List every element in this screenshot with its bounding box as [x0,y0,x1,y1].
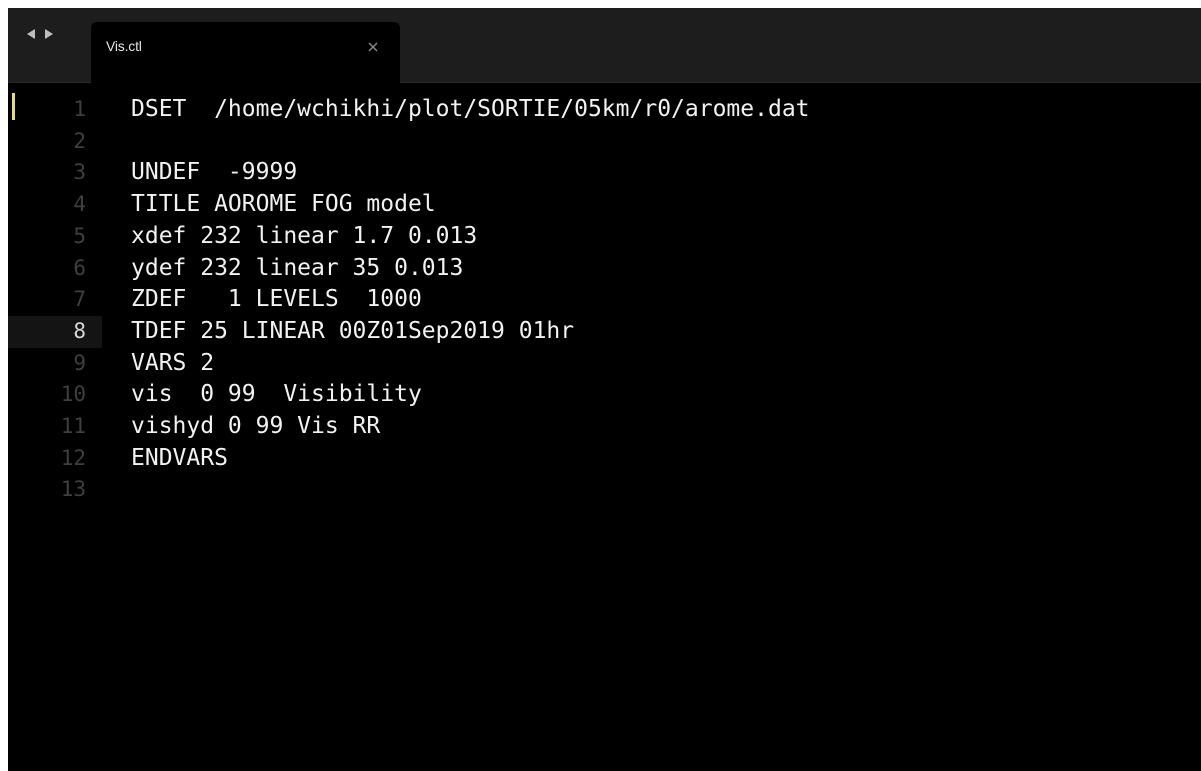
tab-bar: Vis.ctl [8,8,1201,83]
line-number: 10 [60,382,86,407]
line-number: 7 [73,287,86,312]
editor-line[interactable]: 4 [8,189,1201,221]
editor-line[interactable]: 10 [8,379,1201,411]
code-line: TDEF 25 LINEAR 00Z01Sep2019 01hr [8,316,1201,348]
editor-line[interactable]: 8 [8,315,102,348]
line-number: 9 [73,350,86,375]
editor-line[interactable]: 13 [8,474,1201,506]
tab-label: Vis.ctl [106,38,142,54]
editor-window: Vis.ctl 1 DSET /home/wchikhi/plot/SORTIE/… [8,8,1201,771]
line-number: 2 [73,128,86,153]
triangle-left-icon[interactable] [24,26,38,42]
editor-line[interactable]: 6 [8,253,1201,285]
code-line-text: TDEF 25 LINEAR 00Z01Sep2019 01hr [131,317,575,344]
editor-line[interactable]: 11 [8,411,1201,443]
editor-line[interactable]: 7 [8,284,1201,316]
editor-line[interactable]: 9 [8,348,1201,380]
line-number: 1 [73,97,86,121]
editor-line[interactable]: 5 [8,221,1201,253]
line-number: 4 [73,192,86,217]
triangle-right-icon[interactable] [42,26,56,42]
line-number: 12 [60,445,86,470]
close-icon[interactable] [366,40,380,54]
editor-line[interactable]: 12 [8,443,1201,475]
editor-line[interactable]: 1 [8,94,1201,126]
tab-vis-ctl[interactable]: Vis.ctl [91,22,400,83]
line-number: 13 [60,477,86,502]
code-editor[interactable]: 1 DSET /home/wchikhi/plot/SORTIE/05km/r0/… [8,83,1201,771]
line-number: 3 [73,160,86,185]
line-number: 8 [73,318,86,343]
editor-line[interactable]: 2 [8,126,1201,158]
line-number: 6 [73,255,86,280]
tab-navigation [24,26,56,42]
line-number: 11 [60,414,86,438]
editor-line[interactable]: 3 [8,157,1201,189]
line-number: 5 [73,223,86,248]
